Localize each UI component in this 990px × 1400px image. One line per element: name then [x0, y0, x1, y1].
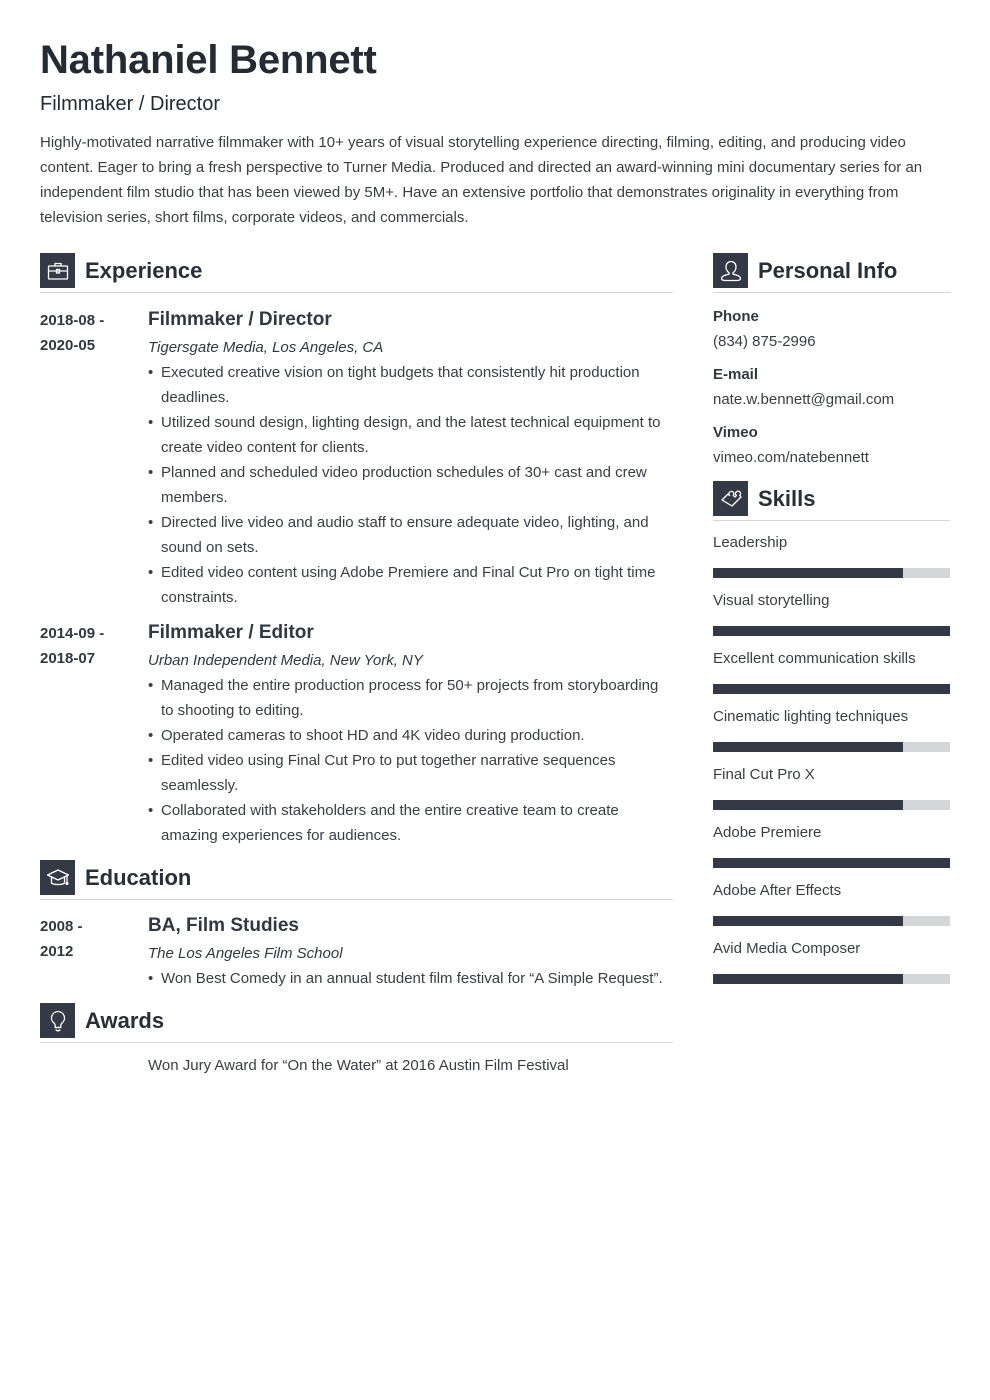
list-item: Edited video using Final Cut Pro to put … — [148, 748, 673, 798]
skill-name: Excellent communication skills — [713, 650, 916, 667]
personal-info-heading: Personal Info — [758, 258, 898, 283]
phone-value: (834) 875-2996 — [713, 333, 816, 350]
awards-section: Awards Won Jury Award for “On the Water”… — [40, 1003, 673, 1078]
skill-level-bar — [713, 858, 950, 868]
skill-name: Final Cut Pro X — [713, 766, 815, 783]
skill-item: Excellent communication skills — [713, 648, 950, 694]
skill-name: Adobe After Effects — [713, 882, 842, 899]
job-title: Filmmaker / Editor — [148, 622, 314, 643]
skill-level-bar — [713, 800, 950, 810]
person-icon — [713, 253, 748, 288]
employer: Urban Independent Media, New York, NY — [148, 652, 423, 669]
skill-item: Final Cut Pro X — [713, 764, 950, 810]
skill-item: Adobe Premiere — [713, 822, 950, 868]
skills-heading: Skills — [758, 486, 816, 511]
experience-section: Experience 2018-08 - 2020-05 Filmmaker /… — [40, 253, 673, 848]
skill-level-fill — [713, 916, 903, 926]
entry-dates: 2014-09 - 2018-07 — [40, 620, 148, 848]
experience-entry: 2014-09 - 2018-07 Filmmaker / Editor Urb… — [40, 620, 673, 848]
skill-name: Leadership — [713, 534, 788, 551]
skill-item: Cinematic lighting techniques — [713, 706, 950, 752]
skill-level-bar — [713, 742, 950, 752]
skill-level-fill — [713, 800, 903, 810]
email-label: E-mail — [713, 366, 759, 383]
section-divider — [713, 520, 950, 521]
responsibility-list: Managed the entire production process fo… — [148, 673, 673, 848]
awards-heading: Awards — [85, 1008, 165, 1033]
sidebar-column: Personal Info Phone (834) 875-2996 E-mai… — [713, 253, 950, 984]
skill-item: Visual storytelling — [713, 590, 950, 636]
school-name: The Los Angeles Film School — [148, 945, 343, 962]
briefcase-icon — [40, 253, 75, 288]
lightbulb-icon — [40, 1003, 75, 1038]
skill-item: Avid Media Composer — [713, 938, 950, 984]
education-entry: 2008 - 2012 BA, Film Studies The Los Ang… — [40, 913, 673, 991]
list-item: Directed live video and audio staff to e… — [148, 510, 673, 560]
employer: Tigersgate Media, Los Angeles, CA — [148, 339, 384, 356]
skills-section: Skills Leadership Visual storytelling Exce… — [713, 481, 950, 984]
skill-level-fill — [713, 568, 903, 578]
personal-info-section: Personal Info Phone (834) 875-2996 E-mai… — [713, 253, 950, 470]
email-value[interactable]: nate.w.bennett@gmail.com — [713, 387, 950, 412]
education-heading: Education — [85, 865, 192, 890]
list-item: Won Best Comedy in an annual student fil… — [148, 966, 673, 991]
summary-paragraph: Highly-motivated narrative filmmaker wit… — [40, 134, 923, 226]
skill-level-fill — [713, 742, 903, 752]
experience-entry: 2018-08 - 2020-05 Filmmaker / Director T… — [40, 307, 673, 610]
skill-level-bar — [713, 568, 950, 578]
experience-heading: Experience — [85, 258, 203, 283]
achievement-list: Won Best Comedy in an annual student fil… — [148, 966, 673, 991]
section-divider — [40, 899, 673, 900]
list-item: Managed the entire production process fo… — [148, 673, 673, 723]
resume-page: Nathaniel Bennett Filmmaker / Director H… — [40, 36, 950, 1074]
job-title: Filmmaker / Director — [148, 309, 332, 330]
skill-level-bar — [713, 916, 950, 926]
skill-level-fill — [713, 858, 950, 868]
entry-date-start: 2008 - — [40, 918, 83, 935]
section-divider — [40, 1042, 673, 1043]
puzzle-piece-icon — [713, 481, 748, 516]
candidate-headline: Filmmaker / Director — [40, 93, 221, 115]
skill-level-bar — [713, 626, 950, 636]
graduation-cap-icon — [40, 860, 75, 895]
skill-name: Avid Media Composer — [713, 940, 861, 957]
list-item: Edited video content using Adobe Premier… — [148, 560, 673, 610]
award-item: Won Jury Award for “On the Water” at 201… — [148, 1057, 569, 1074]
entry-date-end: 2020-05 — [40, 337, 96, 354]
vimeo-value[interactable]: vimeo.com/natebennett — [713, 445, 950, 470]
skill-name: Adobe Premiere — [713, 824, 822, 841]
skill-level-bar — [713, 974, 950, 984]
section-divider — [713, 292, 950, 293]
skill-level-bar — [713, 684, 950, 694]
skill-item: Leadership — [713, 532, 950, 578]
entry-date-start: 2018-08 - — [40, 312, 105, 329]
vimeo-label: Vimeo — [713, 424, 758, 441]
entry-date-start: 2014-09 - — [40, 625, 105, 642]
degree-title: BA, Film Studies — [148, 915, 299, 936]
phone-label: Phone — [713, 308, 759, 325]
skills-list: Leadership Visual storytelling Excellent c… — [713, 532, 950, 984]
skill-level-fill — [713, 684, 950, 694]
skill-level-fill — [713, 974, 903, 984]
list-item: Planned and scheduled video production s… — [148, 460, 673, 510]
entry-date-end: 2012 — [40, 943, 74, 960]
list-item: Executed creative vision on tight budget… — [148, 360, 673, 410]
list-item: Operated cameras to shoot HD and 4K vide… — [148, 723, 673, 748]
education-section: Education 2008 - 2012 BA, Film Studies T… — [40, 860, 673, 991]
skill-name: Cinematic lighting techniques — [713, 708, 909, 725]
skill-level-fill — [713, 626, 950, 636]
main-column: Experience 2018-08 - 2020-05 Filmmaker /… — [40, 253, 673, 1078]
section-divider — [40, 292, 673, 293]
entry-dates: 2008 - 2012 — [40, 913, 148, 991]
responsibility-list: Executed creative vision on tight budget… — [148, 360, 673, 610]
candidate-name: Nathaniel Bennett — [40, 38, 377, 82]
skill-item: Adobe After Effects — [713, 880, 950, 926]
list-item: Utilized sound design, lighting design, … — [148, 410, 673, 460]
list-item: Collaborated with stakeholders and the e… — [148, 798, 673, 848]
skill-name: Visual storytelling — [713, 592, 830, 609]
entry-date-end: 2018-07 — [40, 650, 96, 667]
entry-dates: 2018-08 - 2020-05 — [40, 307, 148, 610]
